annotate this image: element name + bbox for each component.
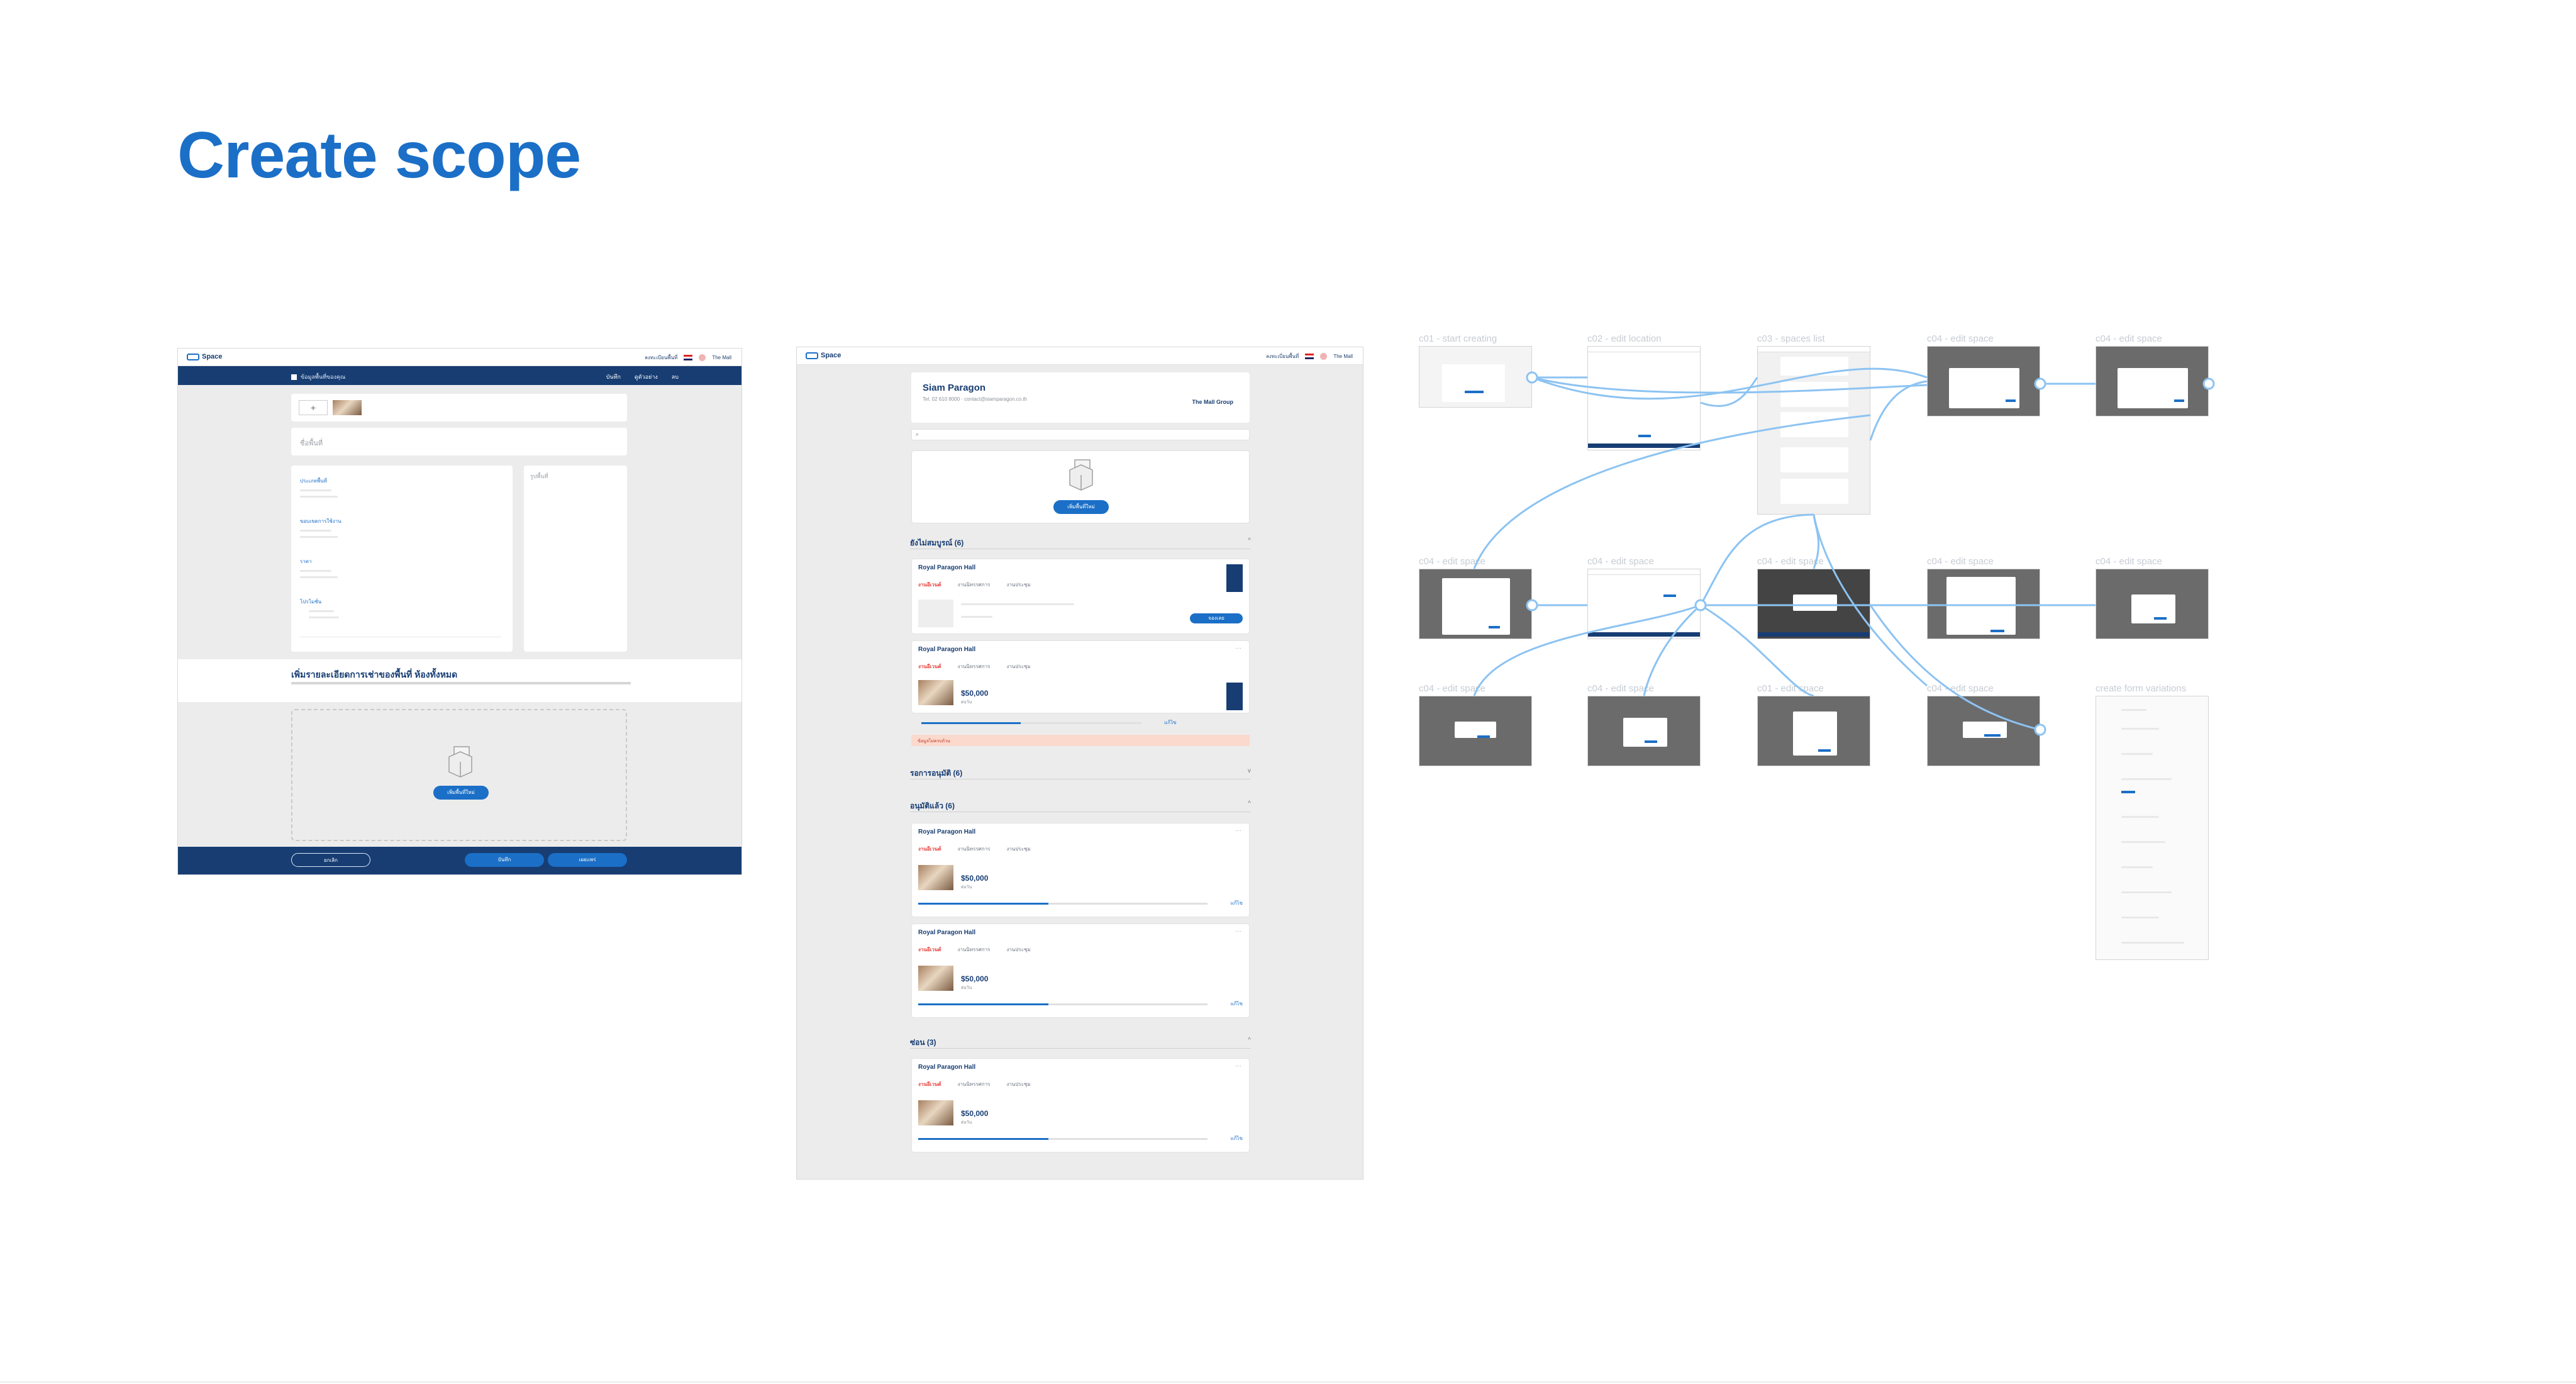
divider <box>0 1381 2576 1383</box>
flow-connectors <box>1473 367 2215 736</box>
page: Create scope Space ลงทะเบียนพื้นที่ The … <box>0 0 2576 1384</box>
